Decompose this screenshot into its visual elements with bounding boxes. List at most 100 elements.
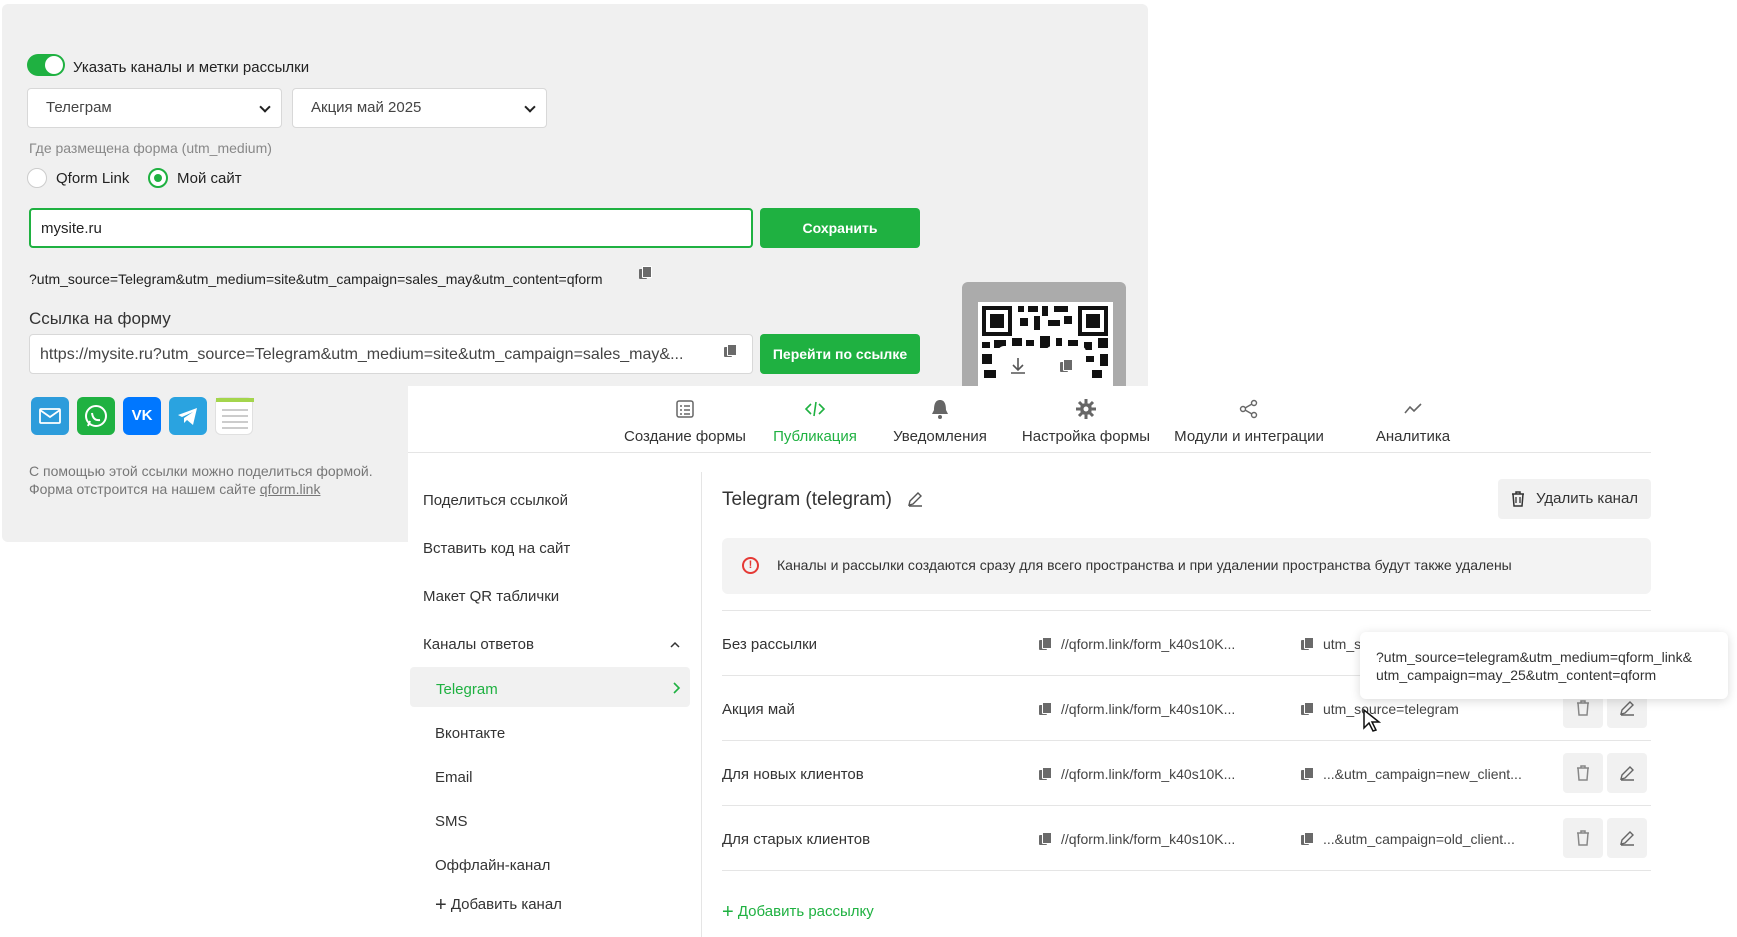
help-line-1: С помощью этой ссылки можно поделиться ф… bbox=[29, 463, 373, 479]
utm-toggle[interactable] bbox=[27, 54, 65, 76]
download-icon bbox=[1011, 358, 1025, 374]
utm-medium-label: Где размещена форма (utm_medium) bbox=[29, 140, 272, 156]
mailing-utm: utm_source=telegram bbox=[1323, 701, 1459, 717]
site-input[interactable] bbox=[29, 208, 753, 248]
tabs-divider bbox=[408, 452, 1651, 453]
mailing-name: Для новых клиентов bbox=[722, 766, 864, 783]
sidebar-channel-email[interactable]: Email bbox=[435, 769, 473, 786]
trash-icon bbox=[1512, 491, 1524, 507]
utm-tooltip: ?utm_source=telegram&utm_medium=qform_li… bbox=[1360, 632, 1728, 699]
channel-title: Telegram (telegram) bbox=[722, 489, 892, 510]
edit-mailing-button[interactable] bbox=[1607, 818, 1647, 858]
copy-icon[interactable] bbox=[1039, 637, 1052, 650]
row-divider bbox=[722, 805, 1651, 806]
tooltip-line-1: ?utm_source=telegram&utm_medium=qform_li… bbox=[1376, 649, 1692, 665]
tooltip-line-2: utm_campaign=may_25&utm_content=qform bbox=[1376, 667, 1657, 683]
document-icon[interactable] bbox=[215, 397, 254, 435]
tab-analytics[interactable]: Аналитика bbox=[1368, 398, 1458, 445]
vk-icon[interactable]: VK bbox=[123, 397, 161, 435]
mailing-utm: ...&utm_campaign=new_client... bbox=[1323, 766, 1522, 782]
tab-label: Создание формы bbox=[624, 428, 746, 445]
help-line-2: Форма отстроится на нашем сайте bbox=[29, 481, 256, 497]
qr-code-image bbox=[978, 302, 1113, 392]
mailing-name: Акция май bbox=[722, 701, 795, 718]
tab-notifications[interactable]: Уведомления bbox=[880, 398, 1000, 445]
tab-form-settings[interactable]: Настройка формы bbox=[1016, 398, 1156, 445]
mailing-utm: ...&utm_campaign=old_client... bbox=[1323, 831, 1515, 847]
add-mailing-label: Добавить рассылку bbox=[737, 903, 874, 920]
copy-icon[interactable] bbox=[1301, 832, 1314, 845]
sidebar-channel-sms[interactable]: SMS bbox=[435, 813, 468, 830]
chevron-up-icon[interactable] bbox=[669, 639, 681, 651]
mouse-cursor-icon bbox=[1363, 708, 1382, 732]
delete-mailing-button[interactable] bbox=[1563, 753, 1603, 793]
go-to-link-button[interactable]: Перейти по ссылке bbox=[760, 334, 920, 374]
sidebar-item-share-link[interactable]: Поделиться ссылкой bbox=[423, 492, 568, 509]
pencil-icon bbox=[1620, 766, 1634, 781]
plus-icon: + bbox=[722, 901, 734, 923]
form-icon bbox=[676, 400, 694, 418]
form-link-value: https://mysite.ru?utm_source=Telegram&ut… bbox=[40, 346, 684, 363]
tab-form-creation[interactable]: Создание формы bbox=[610, 398, 760, 445]
trash-icon bbox=[1577, 830, 1589, 846]
add-channel-button[interactable]: + Добавить канал bbox=[435, 895, 562, 915]
sidebar-item-qr-layout[interactable]: Макет QR таблички bbox=[423, 588, 559, 605]
trash-icon bbox=[1577, 700, 1589, 716]
chevron-right-icon bbox=[673, 682, 681, 694]
campaign-select-value: Акция май 2025 bbox=[311, 99, 422, 116]
copy-icon[interactable] bbox=[1039, 832, 1052, 845]
tab-label: Уведомления bbox=[893, 428, 987, 445]
help-text: С помощью этой ссылки можно поделиться ф… bbox=[29, 462, 373, 498]
qr-code bbox=[962, 282, 1126, 392]
copy-icon[interactable] bbox=[1039, 702, 1052, 715]
mailing-utm: utm_s bbox=[1323, 636, 1362, 652]
edit-mailing-button[interactable] bbox=[1607, 753, 1647, 793]
delete-mailing-button[interactable] bbox=[1563, 818, 1603, 858]
radio-my-site-label: Мой сайт bbox=[177, 170, 242, 187]
edit-title-icon[interactable] bbox=[906, 490, 924, 508]
delete-channel-button[interactable]: Удалить канал bbox=[1498, 479, 1651, 519]
tab-modules-integrations[interactable]: Модули и интеграции bbox=[1166, 398, 1332, 445]
qform-link[interactable]: qform.link bbox=[260, 481, 321, 497]
mailing-link: //qform.link/form_k40s10K... bbox=[1061, 766, 1236, 782]
copy-icon[interactable] bbox=[1301, 767, 1314, 780]
info-alert: ! Каналы и рассылки создаются сразу для … bbox=[722, 538, 1651, 594]
telegram-icon[interactable] bbox=[169, 397, 207, 435]
tab-label: Модули и интеграции bbox=[1174, 428, 1324, 445]
copy-icon[interactable] bbox=[639, 266, 652, 279]
copy-icon[interactable] bbox=[1039, 767, 1052, 780]
tab-publication[interactable]: Публикация bbox=[760, 398, 870, 445]
campaign-select[interactable]: Акция май 2025 bbox=[292, 88, 547, 128]
radio-my-site[interactable] bbox=[148, 168, 168, 188]
gear-icon bbox=[1076, 399, 1096, 419]
copy-icon[interactable] bbox=[724, 344, 737, 357]
channel-select-value: Телеграм bbox=[46, 99, 112, 116]
row-divider bbox=[722, 870, 1651, 871]
warning-icon: ! bbox=[742, 557, 759, 574]
sidebar-channel-telegram[interactable]: Telegram bbox=[436, 681, 498, 698]
tab-label: Настройка формы bbox=[1021, 428, 1151, 445]
chevron-down-icon bbox=[524, 101, 536, 113]
qr-copy-button[interactable] bbox=[1046, 346, 1086, 386]
copy-icon[interactable] bbox=[1301, 702, 1314, 715]
add-channel-label: Добавить канал bbox=[450, 896, 562, 913]
pencil-icon bbox=[1620, 701, 1634, 716]
copy-icon[interactable] bbox=[1301, 637, 1314, 650]
link-title: Ссылка на форму bbox=[29, 309, 171, 328]
qr-download-button[interactable] bbox=[998, 346, 1038, 386]
save-button[interactable]: Сохранить bbox=[760, 208, 920, 248]
whatsapp-icon[interactable] bbox=[77, 397, 115, 435]
sidebar-channel-vk[interactable]: Вконтакте bbox=[435, 725, 505, 742]
sidebar-item-channels[interactable]: Каналы ответов bbox=[423, 636, 534, 653]
mailing-name: Для старых клиентов bbox=[722, 831, 871, 848]
mail-icon[interactable] bbox=[31, 397, 69, 435]
sidebar-item-embed-code[interactable]: Вставить код на сайт bbox=[423, 540, 570, 557]
radio-qform-link[interactable] bbox=[27, 168, 47, 188]
channel-select[interactable]: Телеграм bbox=[27, 88, 282, 128]
row-divider bbox=[722, 610, 1651, 611]
share-nodes-icon bbox=[1239, 399, 1258, 419]
sidebar-channel-offline[interactable]: Оффлайн-канал bbox=[435, 857, 550, 874]
form-link-field[interactable]: https://mysite.ru?utm_source=Telegram&ut… bbox=[29, 334, 753, 374]
code-icon bbox=[804, 401, 826, 417]
add-mailing-button[interactable]: + Добавить рассылку bbox=[722, 901, 874, 923]
